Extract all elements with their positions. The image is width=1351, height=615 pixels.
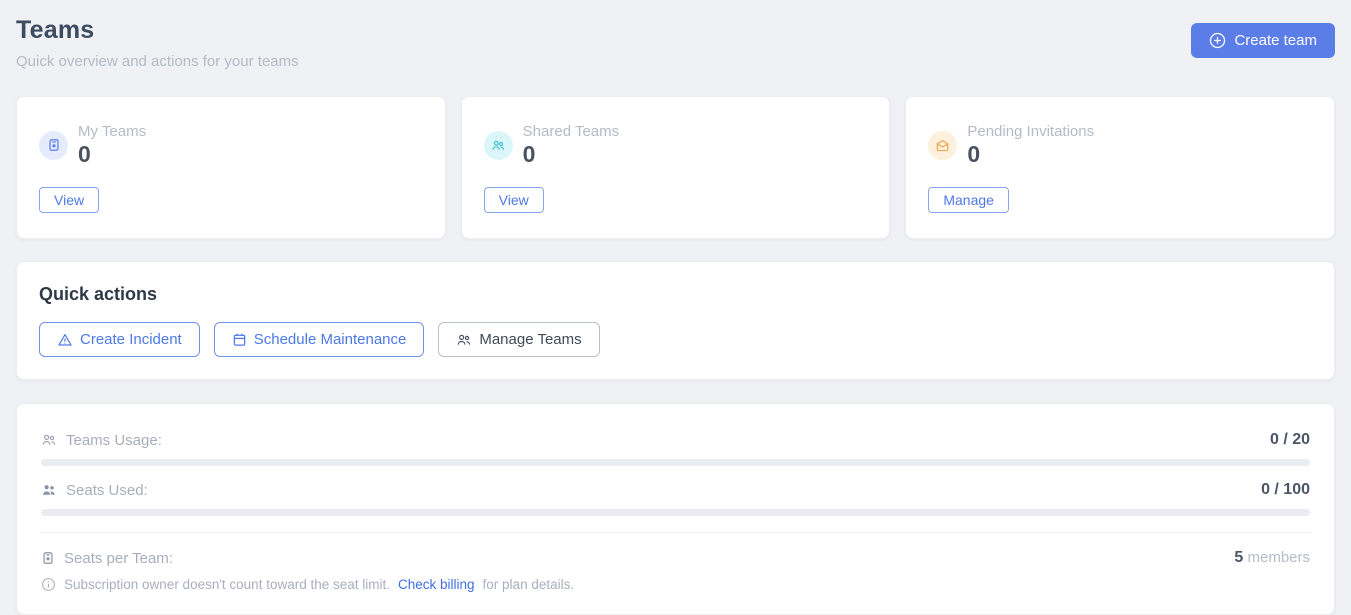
seat-limit-note: Subscription owner doesn't count toward … bbox=[41, 573, 1310, 598]
seats-per-team-value: 5 members bbox=[1234, 549, 1310, 567]
seats-used-label: Seats Used: bbox=[66, 482, 148, 499]
people-filled-icon bbox=[41, 482, 57, 498]
info-circle-icon bbox=[41, 577, 56, 592]
stat-label: My Teams bbox=[78, 123, 146, 140]
shared-teams-card: Shared Teams 0 View bbox=[461, 96, 891, 239]
note-prefix: Subscription owner doesn't count toward … bbox=[64, 577, 390, 592]
pending-invitations-manage-button[interactable]: Manage bbox=[928, 187, 1009, 213]
stat-value: 0 bbox=[967, 142, 1094, 167]
people-outline-icon bbox=[456, 332, 472, 348]
schedule-maintenance-label: Schedule Maintenance bbox=[254, 331, 407, 348]
page-header: Teams Quick overview and actions for you… bbox=[16, 16, 1335, 70]
mail-open-icon bbox=[928, 131, 957, 160]
create-incident-button[interactable]: Create Incident bbox=[39, 322, 200, 357]
plus-circle-icon bbox=[1209, 32, 1226, 49]
page-title: Teams bbox=[16, 16, 299, 45]
warning-triangle-icon bbox=[57, 332, 73, 348]
stat-label: Shared Teams bbox=[523, 123, 619, 140]
manage-teams-label: Manage Teams bbox=[479, 331, 581, 348]
quick-actions-title: Quick actions bbox=[39, 284, 1312, 305]
my-teams-card: My Teams 0 View bbox=[16, 96, 446, 239]
calendar-icon bbox=[232, 332, 247, 347]
my-teams-view-button[interactable]: View bbox=[39, 187, 99, 213]
usage-panel: Teams Usage: 0 / 20 Seats Used: 0 / 100 bbox=[16, 403, 1335, 615]
people-outline-icon bbox=[41, 432, 57, 448]
quick-actions-panel: Quick actions Create Incident Schedule M… bbox=[16, 261, 1335, 380]
teams-usage-value: 0 / 20 bbox=[1270, 431, 1310, 449]
badge-icon bbox=[41, 551, 55, 565]
stat-cards-row: My Teams 0 View Shared Teams 0 View bbox=[16, 96, 1335, 239]
page-subtitle: Quick overview and actions for your team… bbox=[16, 53, 299, 70]
seats-used-value: 0 / 100 bbox=[1261, 481, 1310, 499]
seats-per-team-label: Seats per Team: bbox=[64, 550, 173, 567]
create-team-label: Create team bbox=[1234, 32, 1317, 49]
stat-value: 0 bbox=[523, 142, 619, 167]
stat-value: 0 bbox=[78, 142, 146, 167]
badge-icon bbox=[39, 131, 68, 160]
teams-usage-progressbar bbox=[41, 459, 1310, 466]
stat-label: Pending Invitations bbox=[967, 123, 1094, 140]
shared-teams-view-button[interactable]: View bbox=[484, 187, 544, 213]
usage-divider bbox=[41, 532, 1310, 533]
group-icon bbox=[484, 131, 513, 160]
manage-teams-button[interactable]: Manage Teams bbox=[438, 322, 599, 357]
note-suffix: for plan details. bbox=[483, 577, 575, 592]
create-team-button[interactable]: Create team bbox=[1191, 23, 1335, 58]
seats-used-progressbar bbox=[41, 509, 1310, 516]
pending-invitations-card: Pending Invitations 0 Manage bbox=[905, 96, 1335, 239]
schedule-maintenance-button[interactable]: Schedule Maintenance bbox=[214, 322, 425, 357]
create-incident-label: Create Incident bbox=[80, 331, 182, 348]
check-billing-link[interactable]: Check billing bbox=[398, 577, 475, 592]
teams-usage-label: Teams Usage: bbox=[66, 432, 162, 449]
